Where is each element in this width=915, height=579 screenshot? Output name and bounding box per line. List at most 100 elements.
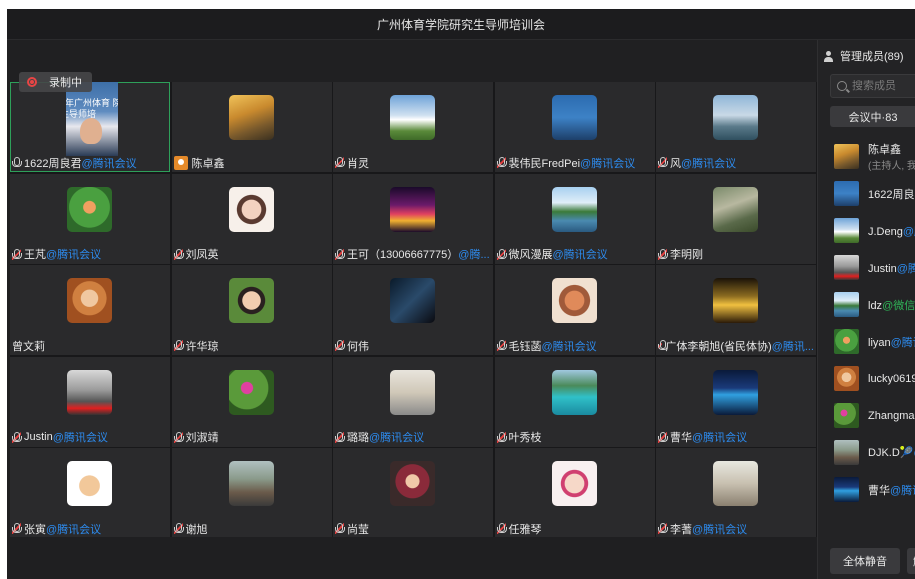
- mic-muted-icon: [496, 157, 507, 168]
- participant-source: @腾讯会议: [681, 157, 737, 170]
- participant-tile[interactable]: 张寅 @腾讯会议: [10, 448, 170, 538]
- participant-avatar: [551, 461, 597, 506]
- participant-name-text: 叶秀枝: [508, 432, 542, 444]
- participant-tile[interactable]: 谢旭: [171, 448, 332, 538]
- participant-tile[interactable]: 裴伟民FredPei @腾讯会议: [494, 82, 655, 172]
- member-row[interactable]: DJK.D🎾@: [834, 434, 915, 471]
- member-name-text: 1622周良君: [868, 188, 915, 201]
- participant-source: @腾讯会议: [52, 432, 108, 444]
- participant-tile[interactable]: 风 @腾讯会议: [656, 82, 816, 172]
- participant-tile[interactable]: 王芃 @腾讯会议: [10, 173, 170, 264]
- member-row[interactable]: liyan@腾讯: [834, 323, 915, 360]
- member-name-text: J.Deng: [868, 225, 903, 238]
- participant-name-text: 毛钰菡: [508, 340, 542, 353]
- participant-tile[interactable]: 曾文莉: [10, 265, 170, 355]
- participant-name: 风 @腾讯会议: [658, 155, 736, 170]
- member-avatar: [834, 292, 859, 317]
- participant-name-text: 曹华: [670, 432, 692, 444]
- participant-name: 曾文莉: [12, 338, 45, 353]
- recording-indicator[interactable]: 录制中: [19, 72, 92, 92]
- participant-tile[interactable]: 李明刚: [656, 173, 816, 264]
- participant-name-text: 谢旭: [185, 523, 208, 536]
- participant-avatar: [551, 278, 597, 323]
- mic-muted-icon: [173, 523, 184, 534]
- participant-tile[interactable]: 璐璐 @腾讯会议: [333, 356, 493, 447]
- mute-all-button[interactable]: 全体静音: [830, 548, 900, 574]
- participant-name-text: 张寅: [24, 523, 46, 536]
- mic-muted-icon: [658, 340, 669, 351]
- participant-name: 广体李朝旭(省民体协) @腾讯...: [658, 338, 814, 353]
- recording-label: 录制中: [49, 77, 82, 89]
- participant-tile[interactable]: 叶秀枝: [494, 356, 655, 447]
- member-search[interactable]: [830, 74, 915, 98]
- participant-avatar: [67, 278, 112, 323]
- member-row[interactable]: 陈卓鑫 (主持人, 我: [834, 138, 915, 175]
- search-input[interactable]: [852, 80, 915, 92]
- participant-name-text: 裴伟民FredPei: [508, 157, 581, 170]
- member-name-text: ldz: [868, 299, 883, 312]
- participant-source: @腾讯...: [771, 340, 814, 353]
- participant-name-text: 刘凤英: [185, 249, 219, 261]
- member-row[interactable]: Justin@腾: [834, 249, 915, 286]
- panel-title: 管理成员(89): [840, 51, 904, 63]
- member-avatar: [834, 366, 859, 391]
- member-name: 陈卓鑫 (主持人, 我: [868, 141, 915, 172]
- mic-muted-icon: [335, 523, 345, 534]
- participant-tile[interactable]: 刘凤英: [171, 173, 332, 264]
- unmute-all-button[interactable]: 解: [907, 548, 915, 574]
- participant-tile[interactable]: 何伟: [333, 265, 493, 355]
- member-name: 曹华@腾讯: [868, 482, 915, 498]
- mic-muted-icon: [658, 431, 668, 443]
- participant-name: 肖灵: [335, 155, 369, 170]
- participant-name: 许华琼: [173, 338, 219, 353]
- member-panel: 管理成员(89) 会议中·83 陈卓鑫(主持人, 我1622周良君J.Deng@…: [817, 40, 915, 579]
- member-source: @腾: [896, 262, 915, 275]
- member-avatar: [834, 440, 859, 465]
- participant-name-text: 许华琼: [185, 340, 219, 353]
- participant-name: 毛钰菡 @腾讯会议: [496, 338, 597, 353]
- record-icon: [27, 77, 37, 87]
- participant-tile[interactable]: 李蓍 @腾讯会议: [656, 448, 816, 538]
- mic-muted-icon: [335, 431, 345, 443]
- participant-tile[interactable]: 陈卓鑫: [171, 82, 332, 172]
- member-name-text: Zhangmal: [868, 409, 915, 422]
- member-source: @腾: [902, 225, 915, 238]
- participant-tile[interactable]: 毛钰菡 @腾讯会议: [494, 265, 655, 355]
- participant-tile[interactable]: 王可（13006667775） @腾...: [333, 173, 493, 264]
- member-name: lucky0619: [868, 373, 915, 385]
- participant-avatar: [390, 95, 435, 140]
- participant-name-text: 王可（13006667775）: [347, 249, 459, 261]
- participant-avatar: [228, 186, 274, 232]
- participant-name: 陈卓鑫: [173, 155, 225, 170]
- member-row[interactable]: J.Deng@腾: [834, 212, 915, 249]
- participant-tile[interactable]: Justin @腾讯会议: [10, 356, 170, 447]
- participant-avatar: [551, 186, 597, 232]
- participant-tile[interactable]: 尚莹: [333, 448, 493, 538]
- participant-avatar: [228, 278, 274, 323]
- participant-tile[interactable]: 许华琼: [171, 265, 332, 355]
- member-row[interactable]: ldz@微信: [834, 286, 915, 323]
- participant-tile[interactable]: 肖灵: [333, 82, 493, 172]
- participant-tile[interactable]: 2年广州体育 院生导师培 1622周良君@腾讯会议: [10, 82, 170, 172]
- participant-name-text: 璐璐: [347, 432, 369, 444]
- member-row[interactable]: 曹华@腾讯: [834, 471, 915, 508]
- member-row[interactable]: 1622周良君: [834, 175, 915, 212]
- participant-tile[interactable]: 微风漫展 @腾讯会议: [494, 173, 655, 264]
- participant-name-text: 广体李朝旭(省民体协): [665, 340, 772, 353]
- participant-tile[interactable]: 曹华 @腾讯会议: [656, 356, 816, 447]
- participant-avatar: [67, 186, 112, 232]
- participant-avatar: [228, 95, 274, 140]
- member-row[interactable]: Zhangmal: [834, 397, 915, 434]
- mic-muted-icon: [173, 340, 184, 351]
- participant-name-text: 1622周良君: [24, 157, 82, 170]
- participant-tile[interactable]: 刘淑靖: [171, 356, 332, 447]
- member-name-text: liyan: [868, 336, 891, 349]
- participant-tile[interactable]: 任雅琴: [494, 448, 655, 538]
- mic-muted-icon: [12, 523, 22, 534]
- tab-in-meeting[interactable]: 会议中·83: [830, 106, 915, 127]
- participant-avatar: [228, 461, 274, 506]
- window-title: 广州体育学院研究生导师培训会: [7, 9, 915, 40]
- member-row[interactable]: lucky0619: [834, 360, 915, 397]
- video-overlay-text: 2年广州体育 院生导师培: [66, 98, 118, 119]
- participant-tile[interactable]: 广体李朝旭(省民体协) @腾讯...: [656, 265, 816, 355]
